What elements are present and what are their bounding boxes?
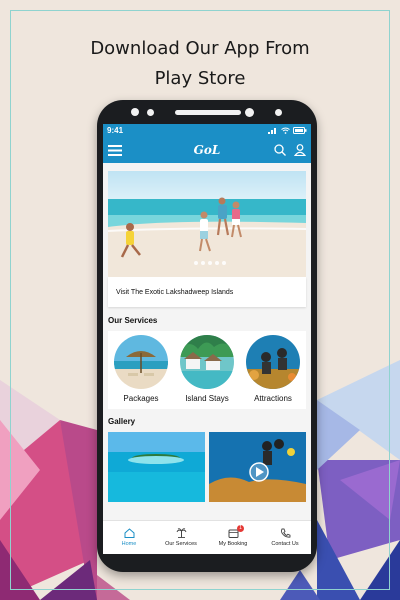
phone-icon [280,528,290,538]
services-row: Packages Island Stays Attractions [108,331,306,409]
carousel-dot[interactable] [215,261,219,265]
promo-line-1: Download Our App From [90,38,310,59]
nav-my-booking[interactable]: 1 My Booking [207,521,259,554]
nav-label: Our Services [165,541,197,547]
nav-contact-us[interactable]: Contact Us [259,521,311,554]
beach-umbrella-image [114,335,168,389]
nav-our-services[interactable]: Our Services [155,521,207,554]
service-label: Packages [123,394,159,403]
gallery-image-island[interactable] [108,432,205,502]
service-attractions[interactable]: Attractions [243,335,303,409]
service-packages[interactable]: Packages [111,335,171,409]
status-bar: 9:41 [103,124,311,137]
speaker-dot [131,108,139,116]
service-label: Island Stays [185,394,229,403]
sensor-dot [275,109,282,116]
signal-icon [268,128,276,134]
hero-banner[interactable] [108,171,306,277]
home-icon [124,528,134,538]
gallery-image-diving[interactable] [209,432,306,502]
carousel-dot[interactable] [201,261,205,265]
status-time: 9:41 [107,126,124,135]
gallery-title: Gallery [108,417,136,426]
camera-dot [147,109,154,116]
booking-badge: 1 [237,525,244,532]
nav-label: Contact Us [271,541,299,547]
promo-headline: Download Our App From Play Store [0,34,400,94]
bottom-navigation: Home Our Services 1 My Booking Contact U… [103,520,311,554]
carousel-dot[interactable] [194,261,198,265]
battery-icon [293,127,307,134]
service-island-stays[interactable]: Island Stays [177,335,237,409]
carousel-dot[interactable] [222,261,226,265]
front-camera [245,108,254,117]
diving-image [246,335,300,389]
app-logo: GoL [193,143,221,157]
app-screen: 9:41 GoL Visit The Exotic Lakshadweep Is… [103,124,311,554]
promo-line-2: Play Store [154,68,246,89]
speaker-grille [175,110,241,115]
carousel-indicators[interactable] [194,261,226,265]
wifi-icon [281,127,290,134]
nav-home[interactable]: Home [103,521,155,554]
island-huts-image [180,335,234,389]
services-title: Our Services [108,316,158,325]
nav-label: Home [121,541,137,547]
app-header: GoL [103,137,311,163]
nav-label: My Booking [218,541,248,547]
hero-caption[interactable]: Visit The Exotic Lakshadweep Islands [108,277,306,307]
service-label: Attractions [254,394,292,403]
carousel-dot[interactable] [208,261,212,265]
palm-tree-icon [176,528,186,538]
gallery-row [108,432,306,502]
